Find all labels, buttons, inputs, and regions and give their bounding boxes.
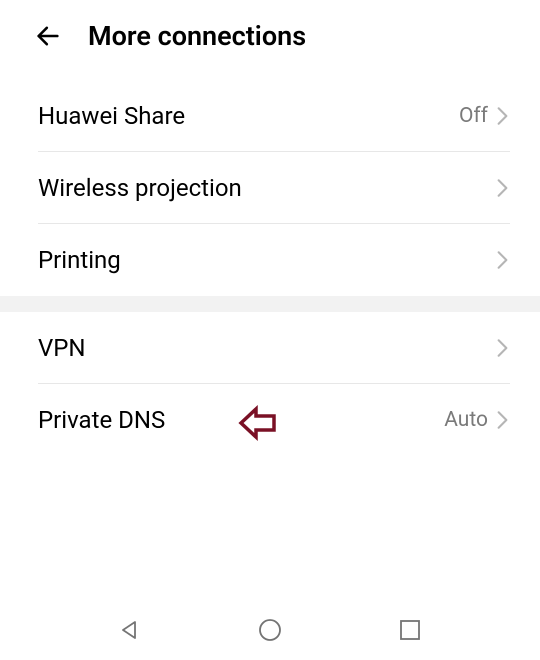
item-right: Auto: [444, 408, 510, 432]
chevron-right-icon: [494, 340, 510, 356]
item-right: Off: [459, 104, 510, 128]
item-label: Printing: [38, 246, 121, 274]
nav-back-button[interactable]: [114, 614, 146, 646]
chevron-right-icon: [494, 108, 510, 124]
item-wireless-projection[interactable]: Wireless projection: [0, 152, 540, 224]
item-private-dns[interactable]: Private DNS Auto: [0, 384, 540, 456]
back-button[interactable]: [32, 20, 64, 52]
nav-home-button[interactable]: [254, 614, 286, 646]
header: More connections: [0, 0, 540, 80]
item-huawei-share[interactable]: Huawei Share Off: [0, 80, 540, 152]
section-1: Huawei Share Off Wireless projection Pri…: [0, 80, 540, 296]
item-label: VPN: [38, 334, 86, 362]
item-vpn[interactable]: VPN: [0, 312, 540, 384]
item-label: Wireless projection: [38, 174, 242, 202]
item-printing[interactable]: Printing: [0, 224, 540, 296]
item-right: [494, 340, 510, 356]
chevron-right-icon: [494, 252, 510, 268]
item-right: [494, 180, 510, 196]
item-value: Auto: [444, 408, 488, 432]
navigation-bar: [0, 600, 540, 660]
item-right: [494, 252, 510, 268]
item-label: Private DNS: [38, 406, 165, 434]
section-divider: [0, 296, 540, 312]
square-recent-icon: [399, 619, 421, 641]
circle-home-icon: [257, 617, 283, 643]
nav-recent-button[interactable]: [394, 614, 426, 646]
item-value: Off: [459, 104, 488, 128]
section-2: VPN Private DNS Auto: [0, 312, 540, 456]
item-label: Huawei Share: [38, 102, 185, 130]
back-arrow-icon: [34, 22, 62, 50]
page-title: More connections: [88, 20, 306, 52]
triangle-back-icon: [118, 618, 142, 642]
chevron-right-icon: [494, 412, 510, 428]
chevron-right-icon: [494, 180, 510, 196]
